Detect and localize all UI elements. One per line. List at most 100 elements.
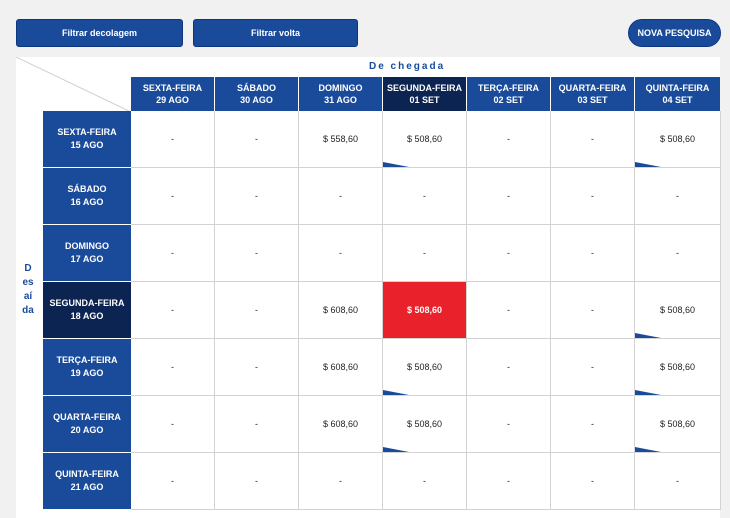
fare-cell[interactable]: - [467,111,551,168]
row-day: SÁBADO [67,184,107,194]
fare-cell[interactable]: - [467,396,551,453]
column-date: 03 SET [577,95,608,105]
row-day: SEXTA-FEIRA [57,127,117,137]
fare-price: $ 608,60 [322,305,359,315]
fare-cell[interactable]: - [635,453,721,510]
fare-cell[interactable]: - [131,339,215,396]
fare-price: $ 508,60 [659,362,696,372]
fare-cell[interactable]: $ 508,60 [383,111,467,168]
column-day: SÁBADO [236,83,276,93]
fare-cell[interactable]: $ 508,60 [635,282,721,339]
fare-price: - [255,134,258,144]
row-date: 20 AGO [70,425,104,435]
fare-cell[interactable]: - [467,168,551,225]
fare-cell[interactable]: $ 508,60 [635,111,721,168]
fare-price: - [171,419,174,429]
fare-price: $ 508,60 [406,134,443,144]
column-date: 01 SET [409,95,440,105]
column-header: SÁBADO 30 AGO [215,77,298,111]
column-day: TERÇA-FEIRA [478,83,539,93]
fare-cell[interactable]: - [215,168,299,225]
fare-price: - [507,362,510,372]
row-date: 19 AGO [70,368,104,378]
fare-cell[interactable]: $ 508,60 [383,396,467,453]
fare-cell[interactable]: - [467,225,551,282]
fare-price: - [591,305,594,315]
fare-price: - [591,362,594,372]
fare-cell[interactable]: - [215,225,299,282]
row-date: 17 AGO [70,254,104,264]
arrival-axis-label: De chegada [369,61,446,72]
row-day: DOMINGO [65,241,109,251]
fare-cell[interactable]: - [635,168,721,225]
row-day: SEGUNDA-FEIRA [49,298,125,308]
row-header: TERÇA-FEIRA 19 AGO [43,339,131,395]
fare-cell[interactable]: $ 608,60 [299,396,383,453]
fare-cell[interactable]: - [551,453,635,510]
fare-cell[interactable]: - [131,396,215,453]
fare-cell[interactable]: $ 508,60 [635,396,721,453]
fare-cell[interactable]: - [383,168,467,225]
fare-cell[interactable]: - [131,453,215,510]
fare-flag-icon [635,333,661,338]
row-header: SEXTA-FEIRA 15 AGO [43,111,131,167]
fare-price: - [507,134,510,144]
fare-cell[interactable]: - [131,225,215,282]
fare-price: - [171,362,174,372]
fare-price: - [171,248,174,258]
fare-price: - [507,419,510,429]
selected-fare-cell[interactable]: $ 508,60 [383,282,467,339]
column-header: TERÇA-FEIRA 02 SET [467,77,550,111]
fare-price: - [423,248,426,258]
fare-price: - [255,476,258,486]
fare-flag-icon [635,162,661,167]
fare-price: $ 508,60 [406,305,443,315]
fare-cell[interactable]: - [299,453,383,510]
fare-cell[interactable]: - [551,282,635,339]
filter-departure-button[interactable]: Filtrar decolagem [16,19,183,47]
fare-cell[interactable]: - [467,453,551,510]
fare-cell[interactable]: - [215,339,299,396]
fare-cell[interactable]: - [215,453,299,510]
row-date: 21 AGO [70,482,104,492]
column-day: DOMINGO [318,83,363,93]
fare-cell[interactable]: - [551,339,635,396]
fare-cell[interactable]: - [551,225,635,282]
row-date: 16 AGO [70,197,104,207]
row-header: SEGUNDA-FEIRA 18 AGO [43,282,131,338]
new-search-button[interactable]: NOVA PESQUISA [628,19,721,47]
fare-cell[interactable]: - [131,111,215,168]
fare-price: - [591,191,594,201]
row-date: 15 AGO [70,140,104,150]
fare-cell[interactable]: - [215,111,299,168]
fare-price: $ 608,60 [322,362,359,372]
fare-cell[interactable]: - [467,339,551,396]
fare-cell[interactable]: - [383,453,467,510]
fare-price: $ 508,60 [659,419,696,429]
row-header: DOMINGO 17 AGO [43,225,131,281]
fare-cell[interactable]: - [467,282,551,339]
fare-cell[interactable]: - [383,225,467,282]
fare-cell[interactable]: $ 608,60 [299,339,383,396]
fare-cell[interactable]: - [131,168,215,225]
fare-cell[interactable]: - [299,225,383,282]
fare-price: - [591,419,594,429]
column-header: SEGUNDA-FEIRA 01 SET [383,77,466,111]
filter-return-button[interactable]: Filtrar volta [193,19,358,47]
fare-cell[interactable]: - [635,225,721,282]
fare-cell[interactable]: - [551,111,635,168]
fare-cell[interactable]: $ 608,60 [299,282,383,339]
fare-price: $ 508,60 [659,305,696,315]
fare-price: - [676,191,679,201]
fare-cell[interactable]: $ 508,60 [635,339,721,396]
fare-cell[interactable]: - [551,396,635,453]
fare-cell[interactable]: $ 508,60 [383,339,467,396]
fare-cell[interactable]: - [299,168,383,225]
fare-price: - [591,248,594,258]
fare-price: $ 508,60 [406,362,443,372]
fare-cell[interactable]: - [551,168,635,225]
fare-cell[interactable]: $ 558,60 [299,111,383,168]
fare-cell[interactable]: - [131,282,215,339]
fare-cell[interactable]: - [215,282,299,339]
fare-cell[interactable]: - [215,396,299,453]
